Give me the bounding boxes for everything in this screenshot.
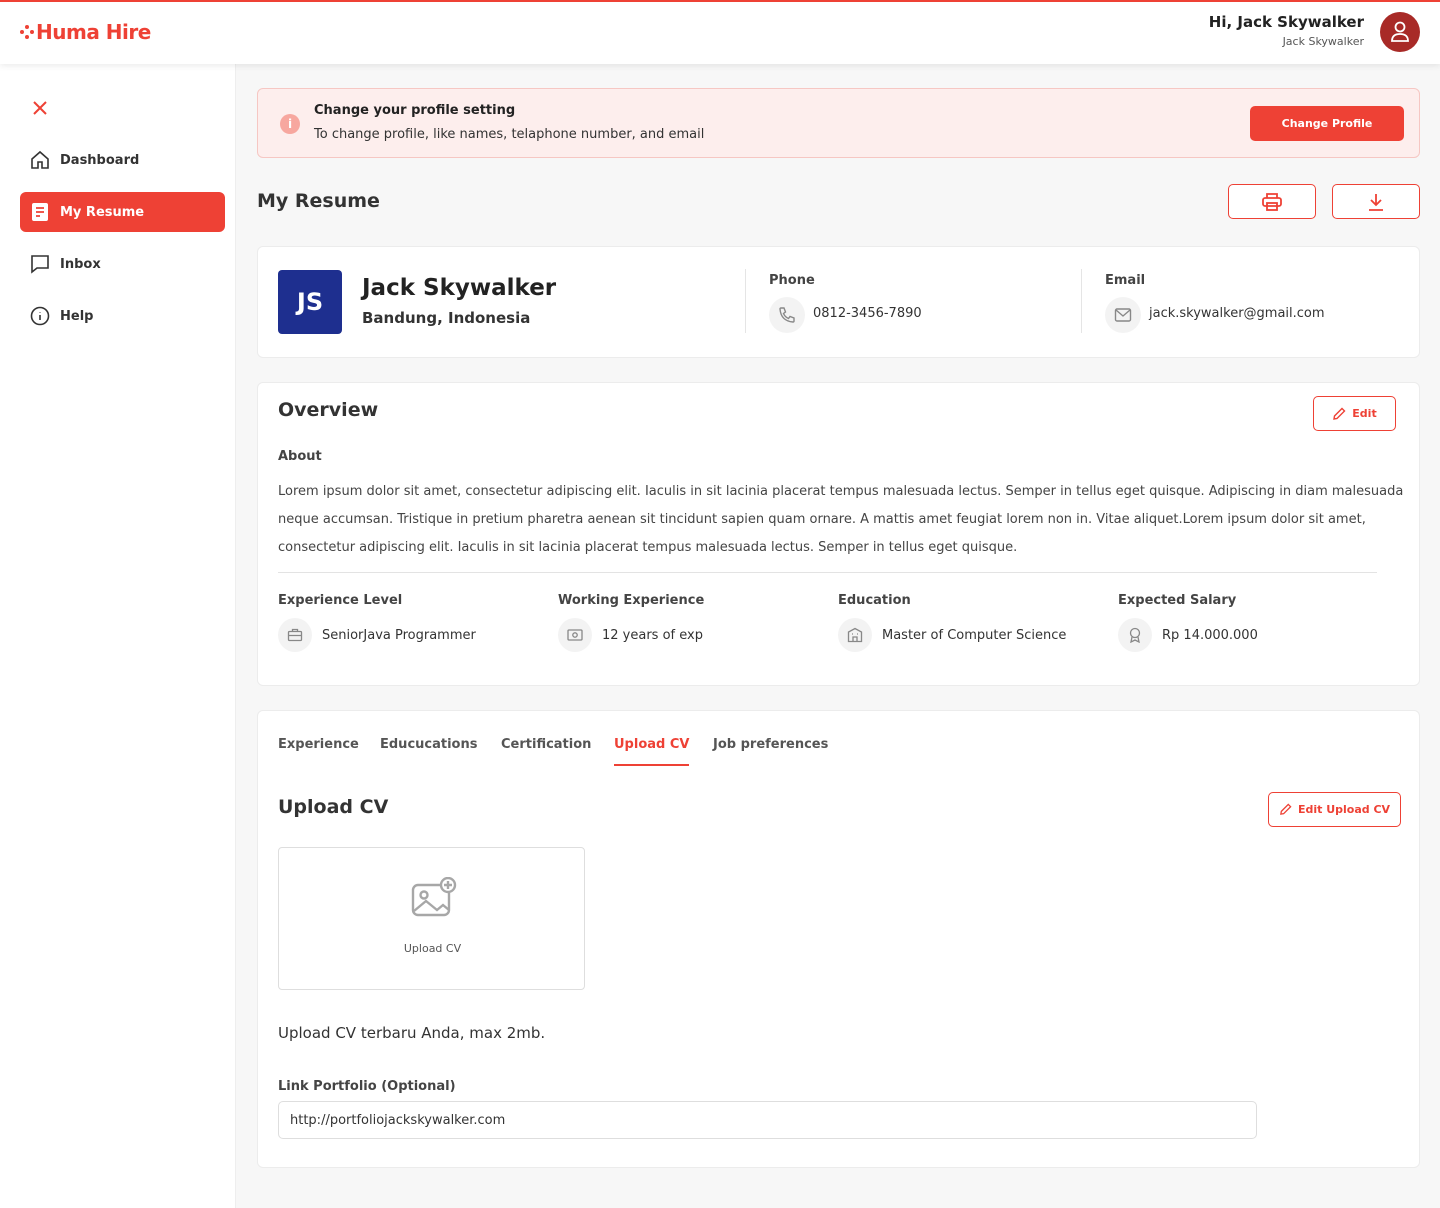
resume-icon xyxy=(32,203,48,221)
overview-card: Overview Edit About Lorem ipsum dolor si… xyxy=(257,382,1420,686)
notice-title: Change your profile setting xyxy=(314,103,516,118)
sidebar-item-label: Inbox xyxy=(60,256,101,272)
stat-value: SeniorJava Programmer xyxy=(322,627,476,643)
mail-icon xyxy=(1105,297,1141,333)
stat-experience-level: Experience Level SeniorJava Programmer xyxy=(278,593,548,652)
logo-dots-icon xyxy=(20,25,34,39)
sidebar-item-dashboard[interactable]: Dashboard xyxy=(20,140,225,180)
sidebar-item-help[interactable]: Help xyxy=(20,296,225,336)
avatar[interactable] xyxy=(1380,12,1420,52)
edit-overview-button[interactable]: Edit xyxy=(1313,396,1396,431)
upload-cv-dropzone[interactable]: Upload CV xyxy=(278,847,585,990)
stat-label: Expected Salary xyxy=(1118,593,1237,608)
edit-upload-cv-label: Edit Upload CV xyxy=(1297,803,1391,816)
change-profile-button[interactable]: Change Profile xyxy=(1250,106,1404,141)
printer-icon xyxy=(1262,192,1282,211)
stat-label: Working Experience xyxy=(558,593,705,608)
upload-cv-box-label: Upload CV xyxy=(403,942,462,955)
pencil-icon xyxy=(1280,803,1292,815)
tab-certification[interactable]: Certification xyxy=(501,737,591,764)
home-icon xyxy=(31,150,49,169)
sidebar-item-label: Help xyxy=(60,308,94,324)
brand-name: Huma Hire xyxy=(36,20,151,44)
info-icon xyxy=(30,306,50,326)
user-name: Jack Skywalker xyxy=(1282,35,1364,48)
profile-notice-banner: i Change your profile setting To change … xyxy=(257,88,1420,158)
upload-cv-note: Upload CV terbaru Anda, max 2mb. xyxy=(278,1024,546,1042)
profile-initials-badge: JS xyxy=(278,270,342,334)
sidebar-item-label: My Resume xyxy=(60,204,145,220)
stat-label: Experience Level xyxy=(278,593,403,608)
phone-label: Phone xyxy=(769,273,815,288)
about-label: About xyxy=(278,449,322,464)
download-button[interactable] xyxy=(1332,184,1420,219)
stat-expected-salary: Expected Salary Rp 14.000.000 xyxy=(1118,593,1388,652)
resume-detail-card: Experience Educucations Certification Up… xyxy=(257,710,1420,1168)
portfolio-label: Link Portfolio (Optional) xyxy=(278,1079,456,1094)
profile-name: Jack Skywalker xyxy=(362,275,557,301)
top-bar: Huma Hire Hi, Jack Skywalker Jack Skywal… xyxy=(0,0,1440,64)
download-icon xyxy=(1369,193,1383,211)
add-image-icon xyxy=(411,877,457,917)
about-text: Lorem ipsum dolor sit amet, consectetur … xyxy=(278,484,1404,555)
edit-upload-cv-button[interactable]: Edit Upload CV xyxy=(1268,792,1401,827)
close-icon xyxy=(33,101,47,115)
stat-value: Master of Computer Science xyxy=(882,627,1067,643)
user-info: Hi, Jack Skywalker Jack Skywalker xyxy=(1209,13,1364,48)
profile-card: JS Jack Skywalker Bandung, Indonesia Pho… xyxy=(257,246,1420,358)
profile-location: Bandung, Indonesia xyxy=(362,309,531,327)
phone-icon xyxy=(769,297,805,333)
email-label: Email xyxy=(1105,273,1146,288)
email-value: jack.skywalker@gmail.com xyxy=(1149,306,1325,321)
print-button[interactable] xyxy=(1228,184,1316,219)
award-icon xyxy=(1118,618,1152,652)
sidebar-item-label: Dashboard xyxy=(60,152,140,168)
chat-icon xyxy=(31,255,49,274)
sidebar-item-inbox[interactable]: Inbox xyxy=(20,244,225,284)
tab-job-preferences[interactable]: Job preferences xyxy=(713,737,828,764)
sidebar-item-my-resume[interactable]: My Resume xyxy=(20,192,225,232)
close-sidebar-button[interactable] xyxy=(30,98,50,118)
portfolio-link-input[interactable] xyxy=(278,1101,1257,1139)
divider xyxy=(745,269,746,333)
user-greeting: Hi, Jack Skywalker xyxy=(1208,13,1364,31)
tab-upload-cv[interactable]: Upload CV xyxy=(614,737,690,766)
divider xyxy=(1081,269,1082,333)
sidebar: Dashboard My Resume Inbox Help xyxy=(0,64,236,1208)
phone-value: 0812-3456-7890 xyxy=(813,306,922,321)
page-title: My Resume xyxy=(257,190,380,212)
stat-label: Education xyxy=(838,593,911,608)
briefcase-icon xyxy=(278,618,312,652)
tab-educations[interactable]: Educucations xyxy=(380,737,477,764)
stat-value: Rp 14.000.000 xyxy=(1162,627,1258,643)
stat-education: Education Master of Computer Science xyxy=(838,593,1108,652)
info-icon: i xyxy=(280,114,300,134)
pencil-icon xyxy=(1333,407,1346,420)
building-icon xyxy=(838,618,872,652)
notice-text: To change profile, like names, telaphone… xyxy=(314,127,705,142)
upload-cv-title: Upload CV xyxy=(278,796,389,818)
overview-title: Overview xyxy=(278,399,379,421)
stat-working-experience: Working Experience 12 years of exp xyxy=(558,593,828,652)
brand-logo[interactable]: Huma Hire xyxy=(20,20,151,44)
tab-experience[interactable]: Experience xyxy=(278,737,359,764)
stat-value: 12 years of exp xyxy=(602,627,703,643)
edit-label: Edit xyxy=(1352,407,1377,420)
money-icon xyxy=(558,618,592,652)
divider xyxy=(278,572,1377,573)
user-icon xyxy=(1391,21,1409,42)
